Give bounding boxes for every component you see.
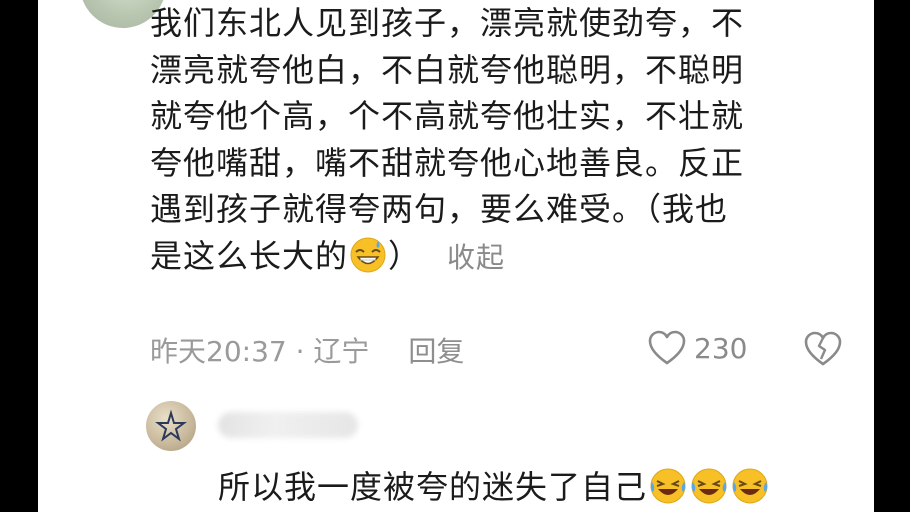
comment-meta: 昨天20:37 · 辽宁 回复 [150,330,464,370]
comment-paren-close: ） [388,236,422,275]
comment-line: 夸他嘴甜，嘴不甜就夸他心地善良。反正 [150,143,745,182]
grinning-sweat-emoji-icon [350,237,386,272]
broken-heart-icon[interactable] [804,331,842,367]
rolling-laughing-emoji-icon [732,468,768,504]
rolling-laughing-emoji-icon [691,468,727,504]
reply-avatar[interactable] [146,401,196,451]
reply-body: 所以我一度被夸的迷失了自己 [218,462,770,508]
star-icon [155,409,187,442]
reply-button[interactable]: 回复 [408,335,464,368]
comment-time: 昨天20:37 [150,335,287,368]
rolling-laughing-emoji-icon [650,468,686,504]
comment-location: 辽宁 [313,335,370,368]
reply-username-blurred [218,412,358,438]
meta-separator: · [286,335,314,368]
comment-line: 我们东北人见到孩子，漂亮就使劲夸，不 [150,4,745,42]
comment-line: 就夸他个高，个不高就夸他壮实，不壮就 [150,97,745,135]
heart-icon [648,330,686,365]
comment-thread: 我们东北人见到孩子，漂亮就使劲夸，不 漂亮就夸他白，不白就夸他聪明，不聪明 就夸… [38,0,874,512]
comment-line: 漂亮就夸他白，不白就夸他聪明，不聪明 [150,50,745,89]
like-count: 230 [694,331,748,365]
reply-text: 所以我一度被夸的迷失了自己 [218,468,648,506]
comment-last-line: 是这么长大的 ） 收起 [150,233,840,280]
comment-line-text: 是这么长大的 [150,236,349,275]
comment-body: 我们东北人见到孩子，漂亮就使劲夸，不 漂亮就夸他白，不白就夸他聪明，不聪明 就夸… [150,0,840,279]
comment-line: 遇到孩子就得夸两句，要么难受。（我也 [150,190,729,228]
like-button[interactable]: 230 [648,330,747,366]
collapse-link[interactable]: 收起 [447,241,505,274]
